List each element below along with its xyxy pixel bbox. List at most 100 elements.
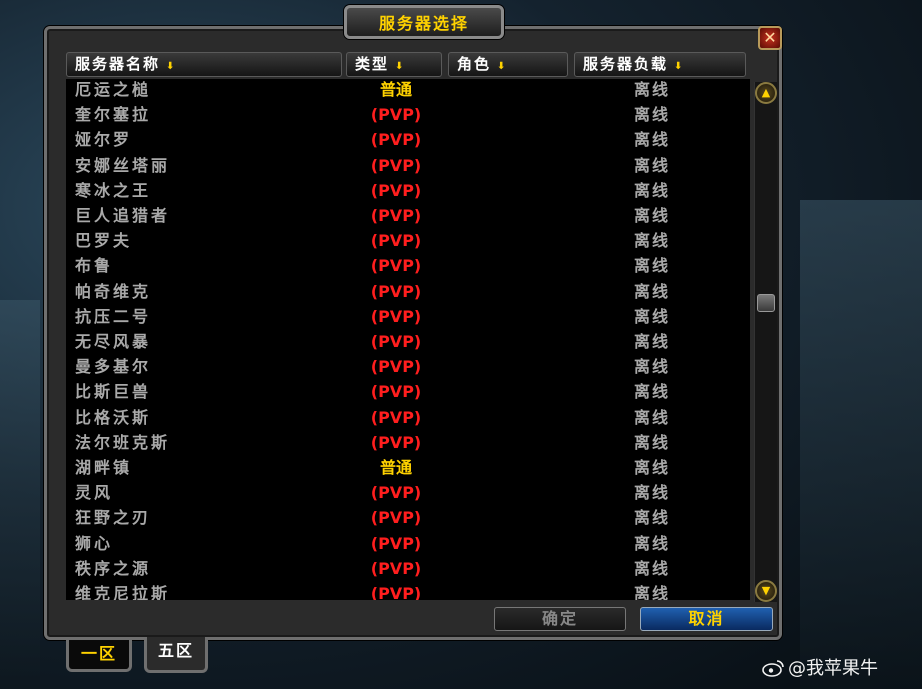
server-row[interactable]: 灵风 (PVP) 离线 [66, 482, 750, 507]
server-row[interactable]: 娅尔罗 (PVP) 离线 [66, 129, 750, 154]
column-header-type[interactable]: 类型 ⬇ [346, 52, 442, 77]
background-spire [0, 300, 40, 689]
server-row[interactable]: 寒冰之王 (PVP) 离线 [66, 180, 750, 205]
scroll-down-button[interactable]: ▼ [755, 580, 777, 602]
server-type: (PVP) [370, 508, 422, 528]
server-row[interactable]: 比格沃斯 (PVP) 离线 [66, 407, 750, 432]
server-load: 离线 [633, 458, 670, 477]
server-name: 法尔班克斯 [75, 432, 171, 452]
column-header-character[interactable]: 角色 ⬇ [448, 52, 568, 77]
server-row[interactable]: 法尔班克斯 (PVP) 离线 [66, 432, 750, 457]
sort-arrow-icon: ⬇ [674, 61, 685, 72]
server-row[interactable]: 帕奇维克 (PVP) 离线 [66, 281, 750, 306]
column-header-label: 类型 [355, 55, 390, 73]
server-name: 巨人追猎者 [75, 206, 171, 225]
server-load: 离线 [633, 508, 670, 528]
tab-zone-1[interactable]: 一区 [66, 640, 132, 672]
window-title: 服务器选择 [344, 5, 504, 39]
server-type: (PVP) [370, 357, 422, 377]
server-type: (PVP) [370, 533, 422, 553]
server-row[interactable]: 无尽风暴 (PVP) 离线 [66, 331, 750, 356]
server-load: 离线 [633, 80, 670, 99]
server-name: 狮心 [75, 533, 114, 553]
scrollbar[interactable]: ▲ ▼ [754, 82, 777, 602]
scroll-thumb[interactable] [757, 294, 775, 312]
server-type: (PVP) [370, 180, 422, 200]
server-name: 娅尔罗 [75, 130, 133, 150]
server-name: 巴罗夫 [75, 231, 133, 251]
server-type: (PVP) [370, 231, 422, 251]
desktop-background: { "window": { "title": "服务器选择", "close_g… [0, 0, 922, 689]
server-row[interactable]: 狮心 (PVP) 离线 [66, 533, 750, 558]
server-row[interactable]: 厄运之槌 普通 离线 [66, 79, 750, 104]
server-load: 离线 [633, 130, 670, 150]
column-header-label: 角色 [457, 55, 492, 73]
server-load: 离线 [633, 155, 670, 175]
column-header-label: 服务器名称 [75, 55, 161, 73]
weibo-icon [762, 660, 784, 677]
server-row[interactable]: 布鲁 (PVP) 离线 [66, 255, 750, 280]
server-load: 离线 [633, 281, 670, 301]
server-row[interactable]: 曼多基尔 (PVP) 离线 [66, 356, 750, 381]
server-name: 比格沃斯 [75, 407, 152, 427]
server-load: 离线 [633, 306, 670, 326]
server-type: (PVP) [370, 332, 422, 351]
server-load: 离线 [633, 357, 670, 377]
server-name: 布鲁 [75, 256, 114, 276]
server-row[interactable]: 抗压二号 (PVP) 离线 [66, 306, 750, 331]
close-button[interactable]: ✕ [758, 26, 782, 50]
sort-arrow-icon: ⬇ [395, 61, 406, 72]
server-type: (PVP) [370, 407, 422, 427]
server-load: 离线 [633, 432, 670, 452]
server-name: 灵风 [75, 483, 114, 503]
watermark-text: @我苹果牛 [788, 658, 878, 679]
server-row[interactable]: 安娜丝塔丽 (PVP) 离线 [66, 155, 750, 180]
server-name: 厄运之槌 [75, 80, 152, 99]
confirm-button[interactable]: 确定 [494, 607, 626, 631]
server-type: (PVP) [370, 105, 422, 125]
server-row[interactable]: 狂野之刃 (PVP) 离线 [66, 507, 750, 532]
server-type: (PVP) [370, 382, 422, 402]
server-row[interactable]: 湖畔镇 普通 离线 [66, 457, 750, 482]
column-header-load[interactable]: 服务器负载 ⬇ [574, 52, 746, 77]
tab-zone-5[interactable]: 五区 [144, 637, 208, 673]
column-header-label: 服务器负载 [583, 55, 669, 73]
server-name: 帕奇维克 [75, 281, 152, 301]
server-row[interactable]: 巨人追猎者 (PVP) 离线 [66, 205, 750, 230]
server-name: 奎尔塞拉 [75, 105, 152, 125]
server-type: (PVP) [370, 432, 422, 452]
server-load: 离线 [633, 105, 670, 125]
server-load: 离线 [633, 483, 670, 503]
server-type: 普通 [379, 80, 412, 99]
server-row[interactable]: 维克尼拉斯 (PVP) 离线 [66, 583, 750, 600]
server-type: (PVP) [370, 584, 422, 600]
server-name: 曼多基尔 [75, 357, 152, 377]
server-name: 维克尼拉斯 [75, 584, 171, 600]
server-type: (PVP) [370, 306, 422, 326]
server-name: 秩序之源 [75, 558, 152, 578]
server-name: 安娜丝塔丽 [75, 155, 171, 175]
server-load: 离线 [633, 231, 670, 251]
server-name: 无尽风暴 [75, 332, 152, 351]
server-type: (PVP) [370, 206, 422, 225]
column-header-row: 服务器名称 ⬇ 类型 ⬇ 角色 ⬇ 服务器负载 ⬇ [66, 52, 746, 78]
server-load: 离线 [633, 256, 670, 276]
scroll-up-button[interactable]: ▲ [755, 82, 777, 104]
column-header-server-name[interactable]: 服务器名称 ⬇ [66, 52, 342, 77]
server-load: 离线 [633, 407, 670, 427]
server-type: (PVP) [370, 281, 422, 301]
server-type: (PVP) [370, 256, 422, 276]
server-row[interactable]: 秩序之源 (PVP) 离线 [66, 558, 750, 583]
server-load: 离线 [633, 558, 670, 578]
watermark: @我苹果牛 [762, 654, 878, 680]
server-load: 离线 [633, 533, 670, 553]
server-load: 离线 [633, 206, 670, 225]
server-row[interactable]: 比斯巨兽 (PVP) 离线 [66, 381, 750, 406]
server-row[interactable]: 奎尔塞拉 (PVP) 离线 [66, 104, 750, 129]
server-type: (PVP) [370, 558, 422, 578]
server-type: (PVP) [370, 130, 422, 150]
cancel-button[interactable]: 取消 [640, 607, 773, 631]
sort-arrow-icon: ⬇ [166, 61, 177, 72]
server-row[interactable]: 巴罗夫 (PVP) 离线 [66, 230, 750, 255]
server-name: 抗压二号 [75, 306, 152, 326]
